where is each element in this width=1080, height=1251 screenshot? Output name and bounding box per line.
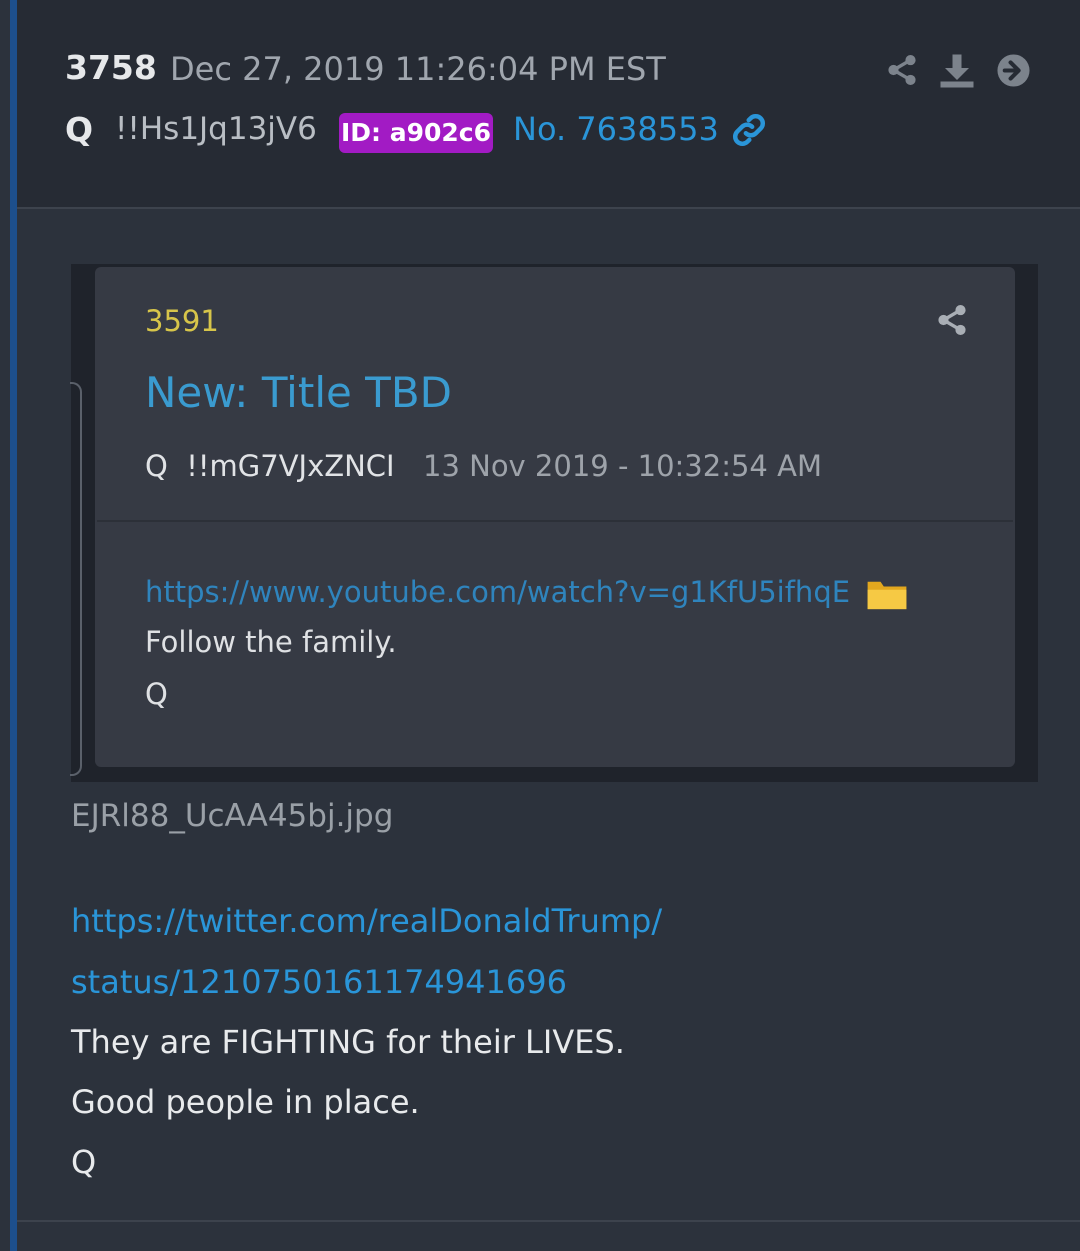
embedded-post-signature: Q — [145, 677, 168, 711]
body-text-line: They are FIGHTING for their LIVES. — [71, 1023, 625, 1061]
embedded-post-number: 3591 — [145, 304, 219, 338]
embedded-post-date: 13 Nov 2019 - 10:32:54 AM — [423, 449, 822, 483]
embedded-post-bracket — [70, 382, 82, 776]
id-badge: ID: a902c6 — [339, 113, 493, 153]
folder-icon — [866, 574, 908, 616]
body-signature: Q — [71, 1143, 97, 1181]
twitter-link-continued[interactable]: status/1210750161174941696 — [71, 963, 567, 1001]
share-icon[interactable] — [885, 53, 919, 91]
embedded-post-card — [95, 267, 1015, 767]
link-icon[interactable] — [730, 111, 768, 153]
embedded-post-divider — [97, 520, 1013, 522]
header-divider — [17, 207, 1080, 209]
post-number: 3758 — [65, 48, 157, 87]
attachment-filename[interactable]: EJRl88_UcAA45bj.jpg — [71, 798, 393, 834]
body-text-line: Good people in place. — [71, 1083, 420, 1121]
footer-divider — [17, 1220, 1080, 1222]
embedded-post-author: Q !!mG7VJxZNCI — [145, 449, 395, 483]
twitter-link[interactable]: https://twitter.com/realDonaldTrump/ — [71, 902, 662, 940]
left-accent-bar — [10, 0, 17, 1251]
author-tripcode: !!Hs1Jq13jV6 — [115, 111, 317, 147]
download-icon[interactable] — [938, 53, 976, 93]
post-no-link[interactable]: No. 7638553 — [513, 110, 719, 148]
arrow-right-circle-icon[interactable] — [996, 53, 1031, 92]
post-date: Dec 27, 2019 11:26:04 PM EST — [170, 50, 666, 88]
embedded-post-title: New: Title TBD — [145, 368, 452, 417]
embedded-post-link: https://www.youtube.com/watch?v=g1KfU5if… — [145, 575, 851, 609]
embedded-author-name: Q — [145, 449, 168, 483]
embedded-post-line: Follow the family. — [145, 625, 397, 659]
author-name: Q — [65, 110, 94, 149]
embedded-share-icon — [935, 302, 969, 342]
embedded-author-tripcode: !!mG7VJxZNCI — [186, 449, 395, 483]
post-header — [17, 0, 1080, 208]
